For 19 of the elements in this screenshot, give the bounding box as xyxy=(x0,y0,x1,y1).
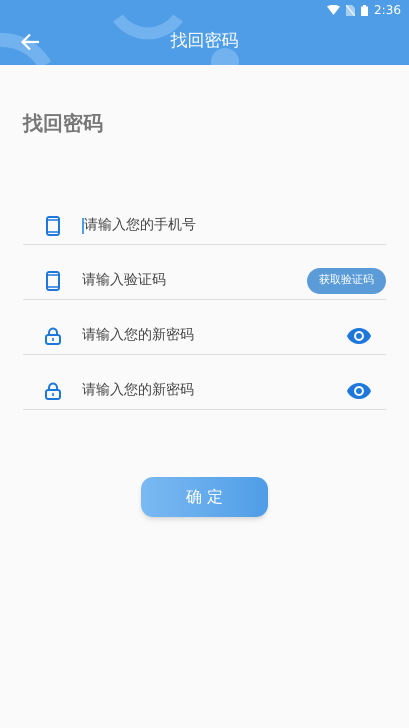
status-time: 2:36 xyxy=(374,2,401,19)
phone-icon xyxy=(46,270,60,290)
header-title: 找回密码 xyxy=(170,30,238,53)
battery-icon xyxy=(361,4,368,16)
get-code-button[interactable]: 获取验证码 xyxy=(307,268,386,294)
input-field[interactable]: 请输入验证码 xyxy=(82,270,307,291)
input-field[interactable]: 请输入您的新密码 xyxy=(82,380,346,401)
lock-icon xyxy=(44,326,62,344)
input-field[interactable]: 请输入您的新密码 xyxy=(82,325,346,346)
eye-icon[interactable] xyxy=(346,382,372,400)
confirm-button[interactable]: 确 定 xyxy=(141,477,268,517)
page-title: 找回密码 xyxy=(23,110,104,137)
no-sim-icon xyxy=(346,4,356,16)
eye-icon[interactable] xyxy=(346,326,372,344)
back-arrow-icon[interactable] xyxy=(20,32,40,50)
wifi-icon xyxy=(327,5,340,15)
input-field[interactable]: 请输入您的手机号 xyxy=(84,215,386,236)
phone-icon xyxy=(46,216,60,236)
lock-icon xyxy=(44,382,62,400)
